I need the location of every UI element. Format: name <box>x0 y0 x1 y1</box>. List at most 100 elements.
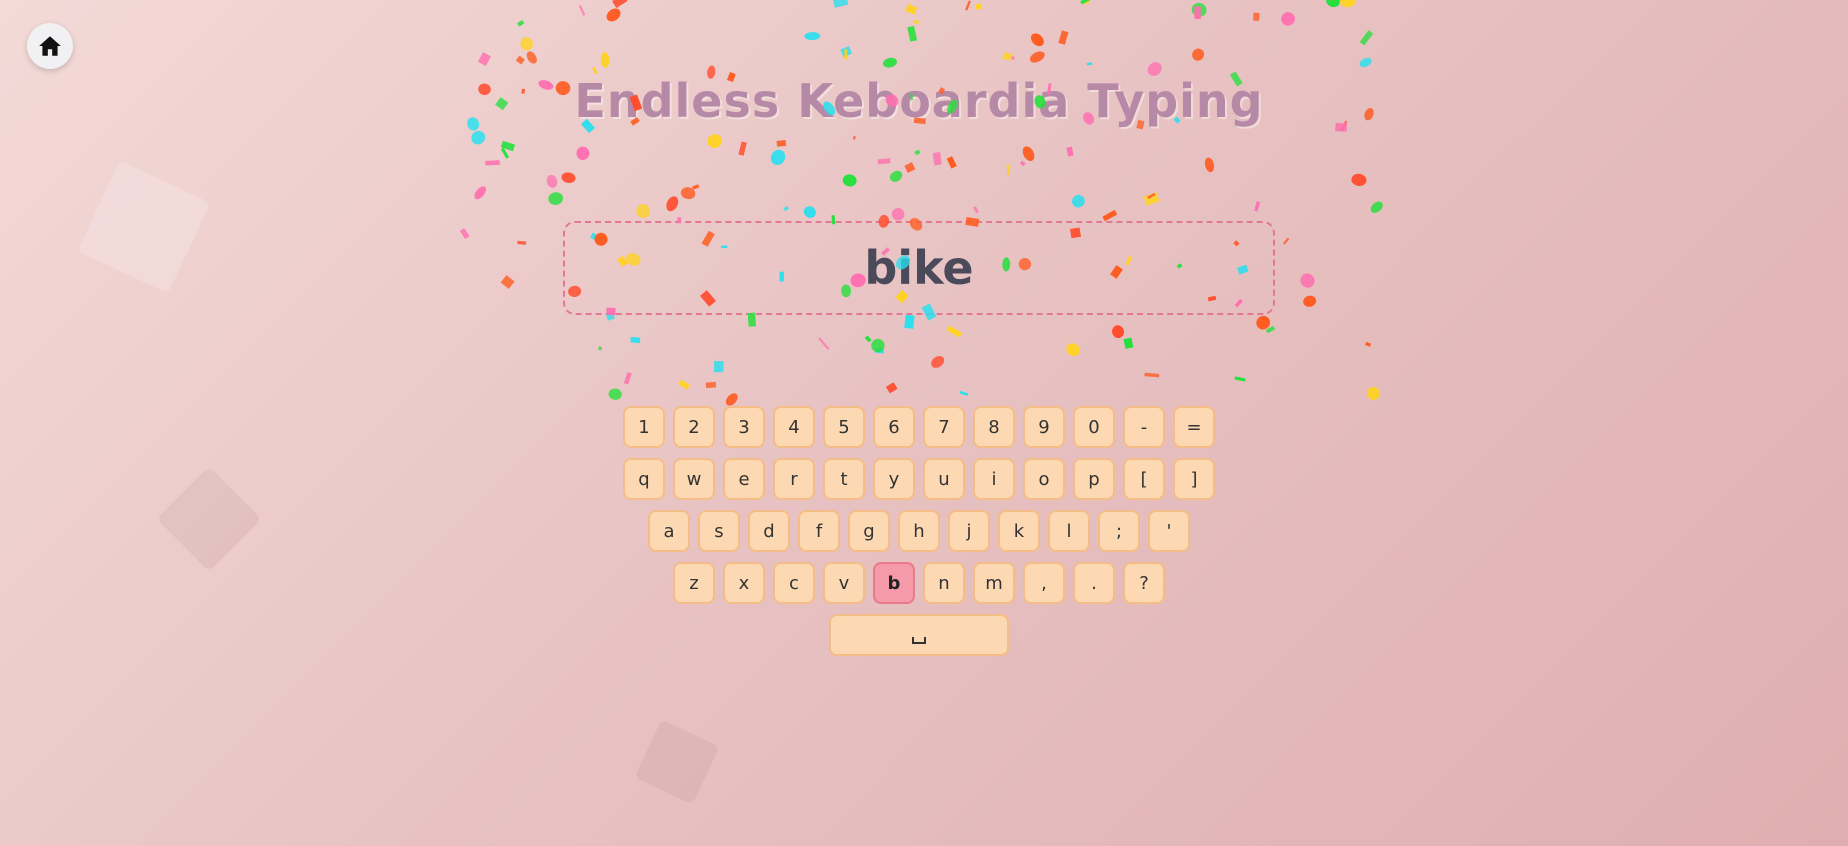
confetti-piece <box>931 355 945 368</box>
key[interactable]: i <box>973 458 1015 500</box>
confetti-piece <box>692 184 700 190</box>
confetti-piece <box>959 390 969 396</box>
key[interactable]: b <box>873 562 915 604</box>
key[interactable]: a <box>648 510 690 552</box>
confetti-piece <box>500 140 516 152</box>
key[interactable]: - <box>1123 406 1165 448</box>
key[interactable]: ] <box>1173 458 1215 500</box>
confetti-piece <box>705 381 717 389</box>
key[interactable]: g <box>848 510 890 552</box>
key[interactable]: c <box>773 562 815 604</box>
confetti-piece <box>1265 325 1276 334</box>
confetti-piece <box>707 134 722 148</box>
confetti-piece <box>1194 6 1201 20</box>
key[interactable]: h <box>898 510 940 552</box>
confetti-piece <box>526 51 537 64</box>
confetti-piece <box>477 52 491 66</box>
confetti-piece <box>1002 52 1013 61</box>
key[interactable]: m <box>973 562 1015 604</box>
key[interactable]: 8 <box>973 406 1015 448</box>
key[interactable]: t <box>823 458 865 500</box>
confetti-piece <box>1102 209 1118 222</box>
key[interactable]: 0 <box>1073 406 1115 448</box>
key[interactable]: 6 <box>873 406 915 448</box>
confetti-piece <box>713 360 724 373</box>
key[interactable]: o <box>1023 458 1065 500</box>
key[interactable]: 2 <box>673 406 715 448</box>
confetti-piece <box>738 141 747 156</box>
confetti-piece <box>1058 30 1069 45</box>
key[interactable]: n <box>923 562 965 604</box>
space-key[interactable] <box>829 614 1009 656</box>
confetti-piece <box>1084 0 1091 5</box>
confetti-piece <box>520 37 533 51</box>
key[interactable]: l <box>1048 510 1090 552</box>
confetti-piece <box>864 335 872 343</box>
confetti-piece <box>1281 12 1295 26</box>
confetti-piece <box>975 3 982 10</box>
home-button[interactable] <box>27 23 73 69</box>
confetti-piece <box>517 19 525 27</box>
key[interactable]: 3 <box>723 406 765 448</box>
key[interactable]: f <box>798 510 840 552</box>
key[interactable]: 7 <box>923 406 965 448</box>
confetti-piece <box>1019 160 1026 167</box>
confetti-piece <box>666 196 679 212</box>
key[interactable]: y <box>873 458 915 500</box>
confetti-piece <box>973 206 979 214</box>
confetti-piece <box>852 135 856 140</box>
confetti-piece <box>965 0 971 11</box>
confetti-piece <box>459 228 470 240</box>
confetti-piece <box>840 45 853 58</box>
key[interactable]: . <box>1073 562 1115 604</box>
key[interactable]: q <box>623 458 665 500</box>
confetti-piece <box>907 25 918 42</box>
key[interactable]: ' <box>1148 510 1190 552</box>
confetti-piece <box>500 147 510 159</box>
confetti-piece <box>946 156 957 169</box>
confetti-piece <box>608 388 622 400</box>
keyboard-row: a s d f g h j k l; ' <box>0 510 1838 556</box>
confetti-piece <box>1066 343 1080 356</box>
key[interactable]: r <box>773 458 815 500</box>
key[interactable]: d <box>748 510 790 552</box>
confetti-piece <box>548 192 564 205</box>
key[interactable]: v <box>823 562 865 604</box>
key[interactable]: = <box>1173 406 1215 448</box>
key[interactable]: u <box>923 458 965 500</box>
key[interactable]: 5 <box>823 406 865 448</box>
confetti-piece <box>471 130 486 145</box>
key[interactable]: [ <box>1123 458 1165 500</box>
confetti-piece <box>1234 376 1246 382</box>
key[interactable]: k <box>998 510 1040 552</box>
key[interactable]: 4 <box>773 406 815 448</box>
key[interactable]: p <box>1073 458 1115 500</box>
home-icon <box>39 36 61 56</box>
key[interactable]: 9 <box>1023 406 1065 448</box>
confetti-piece <box>1256 315 1270 330</box>
confetti-piece <box>1143 192 1160 206</box>
key[interactable]: s <box>698 510 740 552</box>
confetti-piece <box>1066 146 1074 157</box>
confetti-piece <box>612 0 628 8</box>
key[interactable]: j <box>948 510 990 552</box>
confetti-piece <box>1326 0 1340 8</box>
confetti-piece <box>946 325 963 338</box>
confetti-piece <box>1300 273 1315 288</box>
key[interactable]: w <box>673 458 715 500</box>
confetti-piece <box>1204 157 1215 173</box>
key[interactable]: 1 <box>623 406 665 448</box>
confetti-piece <box>1359 57 1372 68</box>
key[interactable]: e <box>723 458 765 500</box>
key[interactable]: , <box>1023 562 1065 604</box>
key[interactable]: x <box>723 562 765 604</box>
key[interactable]: ? <box>1123 562 1165 604</box>
key[interactable]: z <box>673 562 715 604</box>
word-display: bike <box>563 221 1275 315</box>
confetti-piece <box>889 170 903 182</box>
confetti-piece <box>883 57 897 68</box>
page-title: Endless Keboardia Typing <box>574 74 1264 128</box>
confetti-piece <box>500 275 515 289</box>
key[interactable]: ; <box>1098 510 1140 552</box>
confetti-piece <box>891 208 905 221</box>
